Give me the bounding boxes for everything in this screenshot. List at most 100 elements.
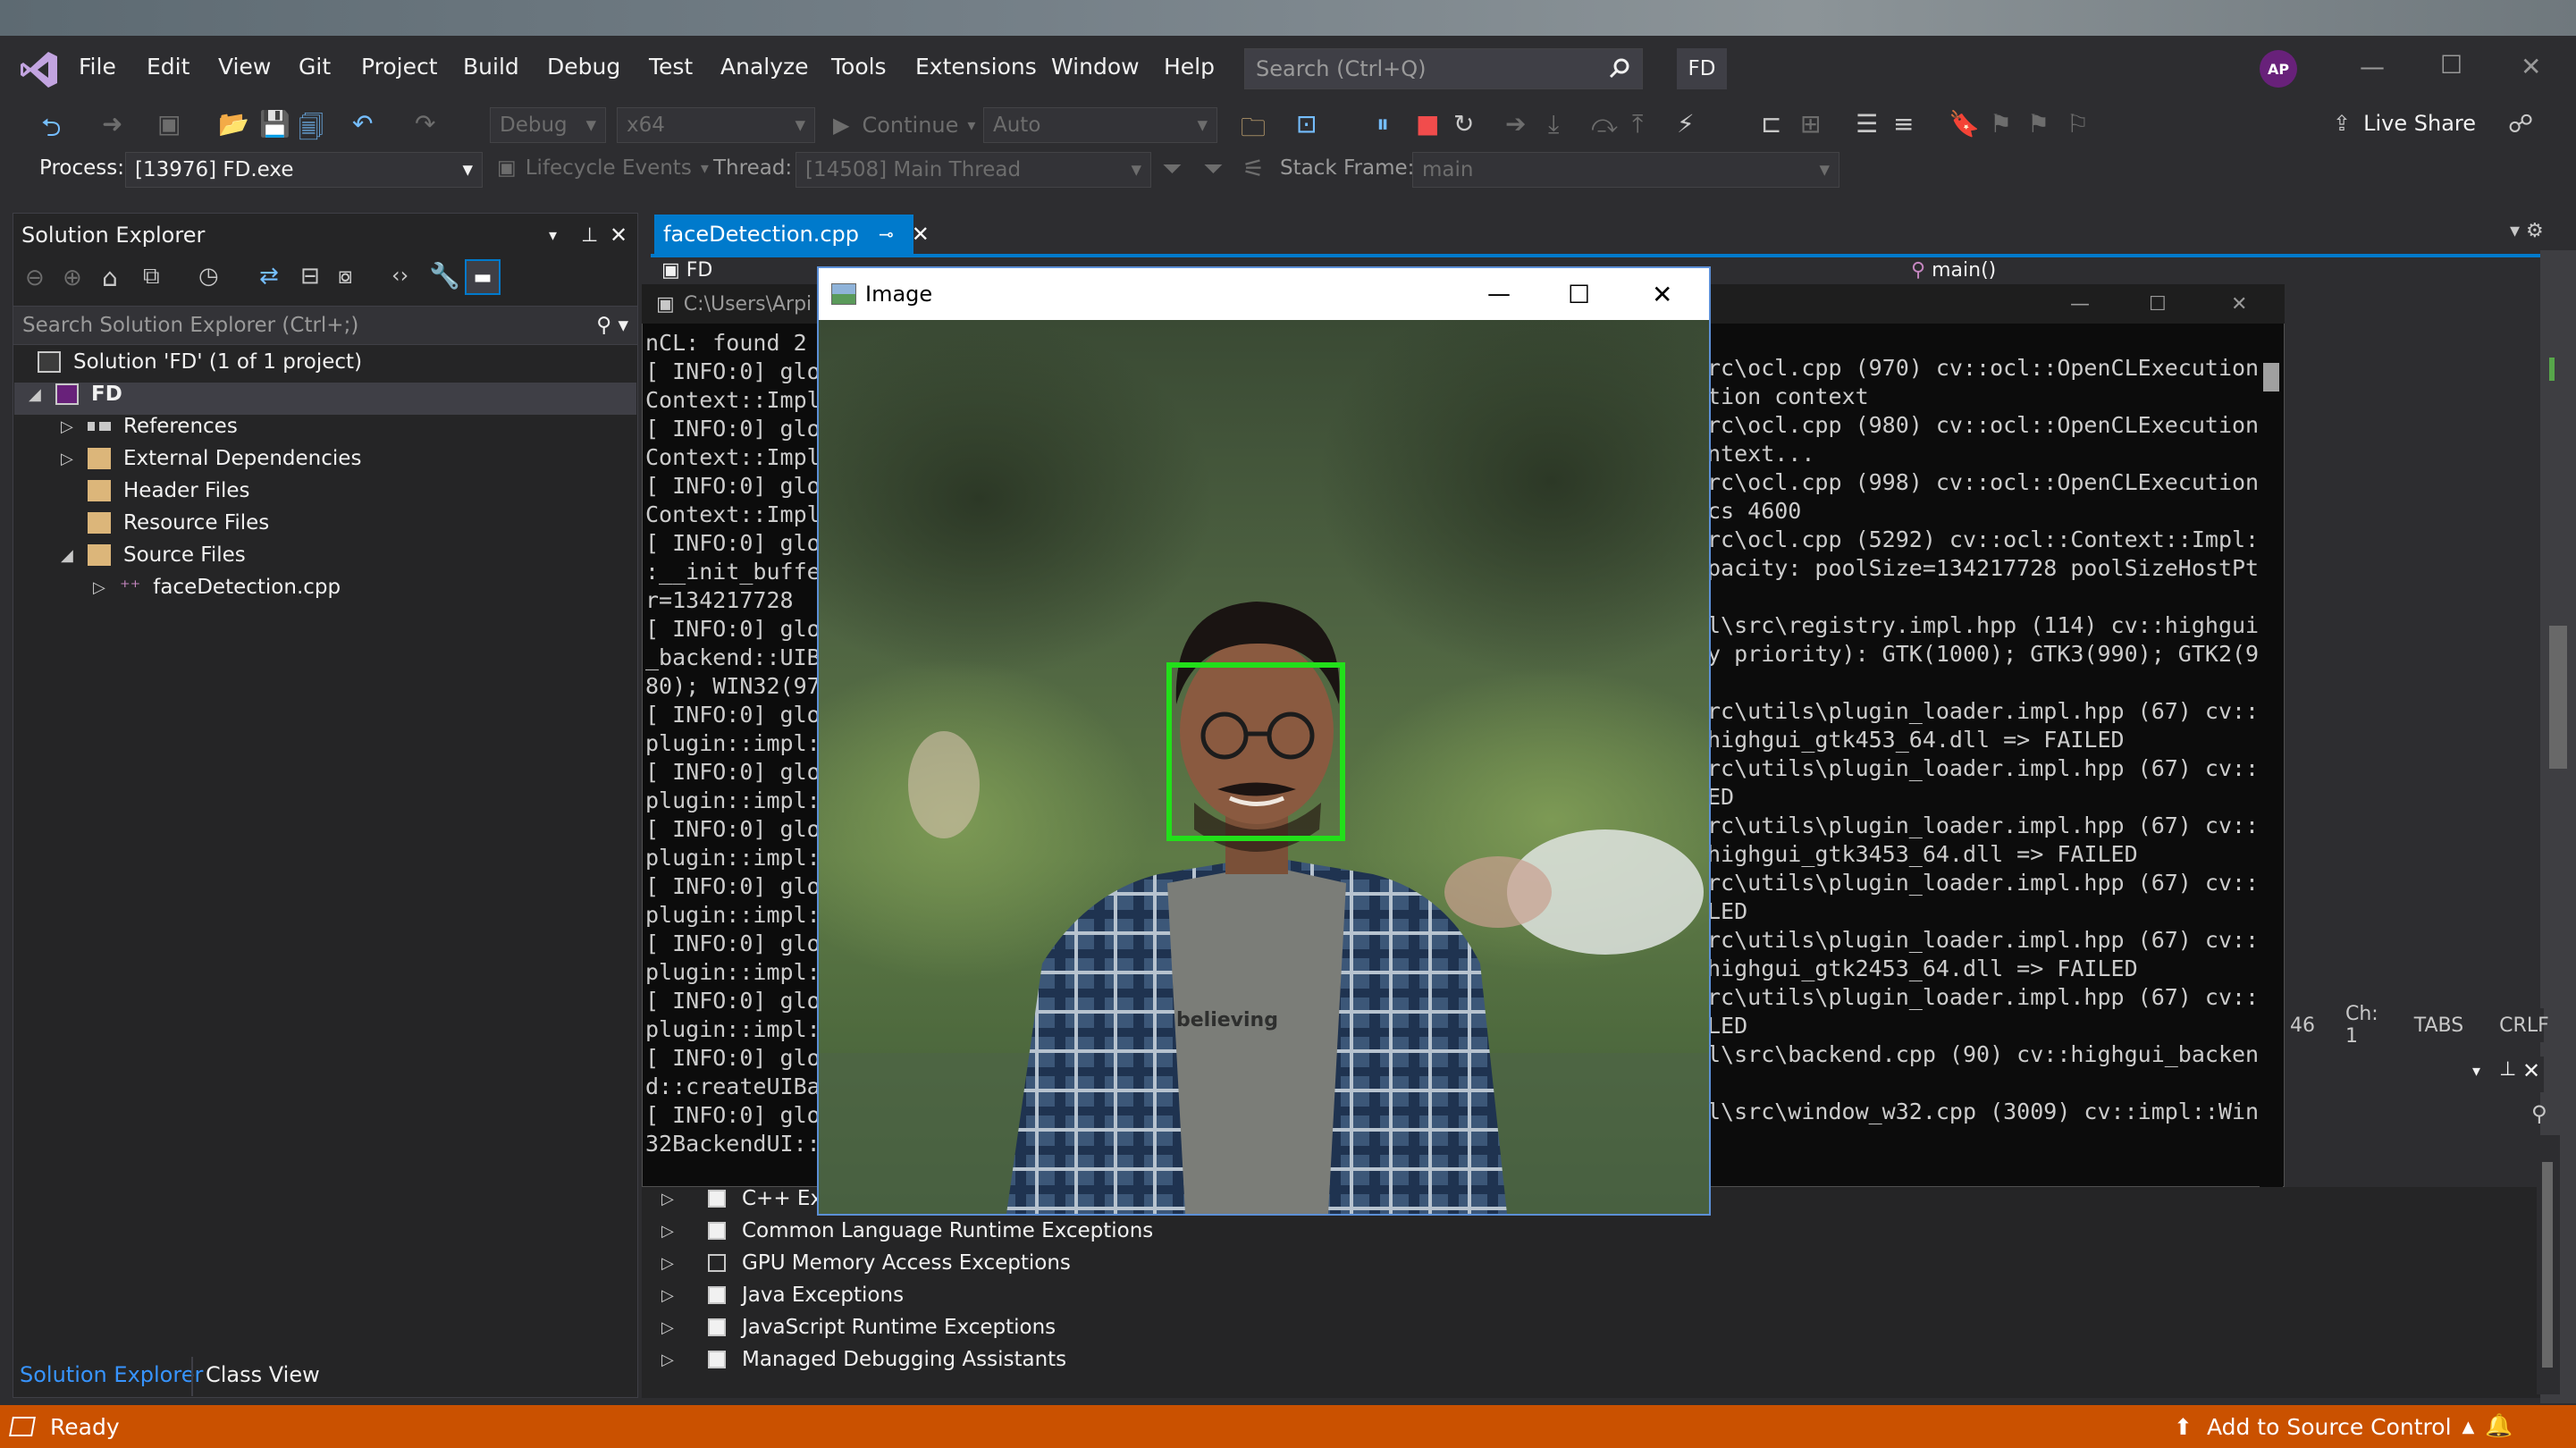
exception-row[interactable]: ▷ Java Exceptions [661,1284,904,1307]
add-to-source-control-button[interactable]: ⬆ Add to Source Control ▲ [2174,1414,2474,1440]
menu-help[interactable]: Help [1164,54,1215,80]
forward-icon[interactable]: ➜ [102,109,122,139]
back-icon[interactable]: ⮌ [41,109,61,152]
exception-checkbox[interactable] [708,1222,726,1240]
tab-solution-explorer[interactable]: Solution Explorer [20,1362,203,1387]
stack-icon[interactable]: ⊞ [1800,109,1821,139]
line-endings[interactable]: CRLF [2499,1014,2549,1037]
exception-row[interactable]: ▷ Managed Debugging Assistants [661,1348,1066,1371]
window-position-icon[interactable]: ▾ [2472,1062,2480,1081]
tab-overflow-icon[interactable]: ▾ ⚙ [2510,220,2544,242]
menu-window[interactable]: Window [1051,54,1140,80]
pin-icon[interactable]: ⊥ [2499,1058,2516,1081]
tree-resource-files[interactable]: Resource Files [88,511,269,535]
avatar[interactable]: AP [2260,50,2297,88]
configuration-dropdown[interactable]: Debug ▾ [490,107,606,143]
tree-external-dependencies[interactable]: ▷ External Dependencies [61,447,361,470]
menu-analyze[interactable]: Analyze [720,54,809,80]
pending-changes-icon[interactable]: ◷ [198,263,219,290]
show-all-files-icon[interactable]: ⧇ [338,263,353,290]
switch-views-icon[interactable]: ⧉ [143,263,160,290]
threads-icon[interactable]: ⊏ [1761,109,1781,139]
exception-checkbox[interactable] [708,1351,726,1368]
collapsed-arrow-icon[interactable]: ▷ [61,450,88,468]
menu-build[interactable]: Build [463,54,519,80]
tab-class-view[interactable]: Class View [206,1362,320,1387]
image-window-titlebar[interactable]: Image — ☐ ✕ [819,268,1709,320]
sync-icon[interactable]: ⇄ [259,263,279,290]
view-code-icon[interactable]: ‹› [391,263,408,288]
process-dropdown[interactable]: [13976] FD.exe ▾ [125,152,483,188]
menu-view[interactable]: View [218,54,271,80]
hot-reload-icon[interactable]: ⚡ [1677,109,1695,139]
menu-test[interactable]: Test [649,54,693,80]
maximize-icon[interactable]: ☐ [2440,50,2462,80]
exceptions-scroll-thumb[interactable] [2542,1162,2553,1368]
indent-mode[interactable]: TABS [2414,1014,2463,1037]
member-nav-dropdown[interactable]: ⚲ main() [1911,259,1996,282]
stack-frame-dropdown[interactable]: main ▾ [1412,152,1839,188]
stop-icon[interactable]: ■ [1416,109,1439,139]
feedback-icon[interactable]: ☍ [2508,109,2533,139]
console-scroll-thumb[interactable] [2263,363,2279,391]
menu-debug[interactable]: Debug [547,54,620,80]
close-panel-icon[interactable]: ✕ [610,223,627,248]
collapse-all-icon[interactable]: ⊟ [300,263,320,290]
tree-source-files[interactable]: ◢ Source Files [61,543,246,567]
tree-facedetection-cpp[interactable]: ▷ ⁺⁺ faceDetection.cpp [93,576,341,599]
clear-bookmarks-icon[interactable]: ⚐ [2067,109,2089,139]
exception-row[interactable]: ▷ Common Language Runtime Exceptions [661,1219,1153,1242]
bookmark-icon[interactable]: 🔖 [1949,109,1980,139]
notifications-bell-icon[interactable]: 🔔 [2485,1412,2513,1439]
exception-checkbox[interactable] [708,1254,726,1272]
exception-row[interactable]: ▷ JavaScript Runtime Exceptions [661,1316,1056,1339]
debug-target-dropdown[interactable]: Auto ▾ [983,107,1217,143]
show-next-statement-icon[interactable]: ➔ [1505,109,1526,139]
image-maximize-icon[interactable]: ☐ [1568,280,1590,309]
project-nav-dropdown[interactable]: ▣ FD [661,259,712,282]
next-bookmark-icon[interactable]: ⚑ [2027,109,2050,139]
close-panel-icon[interactable]: ✕ [2522,1058,2540,1083]
save-all-icon[interactable]: 🗐 [299,109,324,152]
step-out-icon[interactable]: ⤒ [1632,109,1643,139]
image-close-icon[interactable]: ✕ [1652,280,1672,309]
expand-arrow-icon[interactable]: ◢ [29,385,55,404]
step-over-icon[interactable]: ⤼ [1591,109,1618,139]
image-minimize-icon[interactable]: — [1487,281,1511,307]
application-insights-icon[interactable]: ⊡ [1296,109,1317,139]
menu-file[interactable]: File [79,54,116,80]
window-position-icon[interactable]: ▾ [549,226,557,245]
close-icon[interactable]: ✕ [2521,52,2541,81]
tree-solution[interactable]: Solution 'FD' (1 of 1 project) [38,350,362,374]
continue-button[interactable]: ▶ Continue ▾ [833,107,975,143]
clear-filter-icon[interactable]: ⏷ [1203,154,1223,184]
console-minimize-icon[interactable]: — [2070,293,2090,316]
exceptions-scrollbar[interactable] [2537,1135,2560,1394]
tree-header-files[interactable]: Header Files [88,479,250,502]
expand-arrow-icon[interactable]: ◢ [61,546,88,565]
close-tab-icon[interactable]: ✕ [912,222,930,247]
solution-search-input[interactable]: Search Solution Explorer (Ctrl+;) ⚲ ▾ [13,306,638,345]
exception-checkbox[interactable] [708,1286,726,1304]
properties-icon[interactable]: 🔧 [429,261,460,290]
tree-references[interactable]: ▷ References [61,415,238,438]
preview-selected-icon[interactable]: ▬ [465,259,501,295]
filter-icon[interactable]: ⏷ [1162,154,1182,184]
tree-project-fd[interactable]: ◢ FD [29,383,122,406]
collapsed-arrow-icon[interactable]: ▷ [93,578,120,597]
menu-extensions[interactable]: Extensions [915,54,1037,80]
save-icon[interactable]: 💾 [259,109,290,139]
menu-edit[interactable]: Edit [147,54,189,80]
pin-icon[interactable]: ⊥ [581,224,598,247]
undo-icon[interactable]: ↶ [352,109,373,139]
exception-row[interactable]: ▷ GPU Memory Access Exceptions [661,1251,1071,1275]
comment-icon[interactable]: ≡ [1893,109,1914,139]
new-project-icon[interactable]: ▣ [157,109,181,139]
flag-threads-icon[interactable]: ⚟ [1242,154,1265,183]
search-icon[interactable]: ⚲ [2531,1101,2547,1126]
editor-scroll-thumb[interactable] [2549,626,2567,769]
menu-project[interactable]: Project [361,54,438,80]
open-file-icon[interactable]: 📂 [218,109,249,139]
browse-icon[interactable]: 🗀 [1241,109,1266,152]
minimize-icon[interactable]: — [2360,52,2385,81]
